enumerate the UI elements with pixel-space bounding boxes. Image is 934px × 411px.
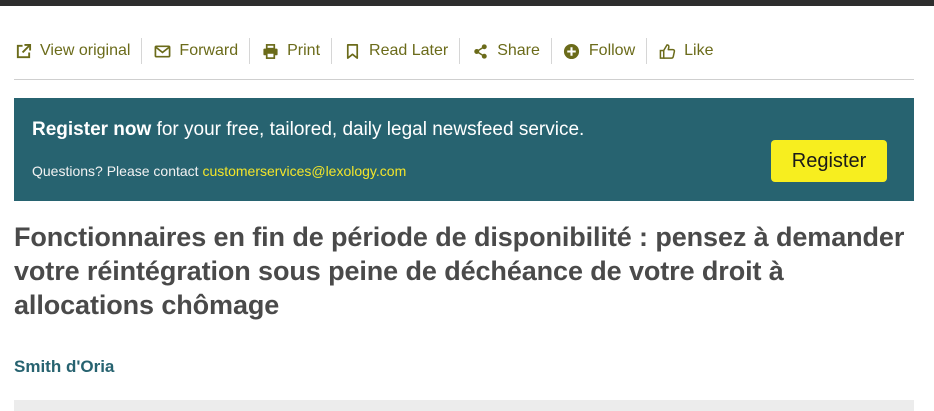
share-icon bbox=[471, 42, 489, 60]
article-toolbar: View original Forward Print Read Later S… bbox=[14, 36, 914, 66]
printer-icon bbox=[261, 42, 279, 60]
article-title: Fonctionnaires en fin de période de disp… bbox=[14, 222, 905, 320]
view-original-label: View original bbox=[40, 42, 131, 59]
follow-label: Follow bbox=[588, 42, 636, 59]
share-label: Share bbox=[497, 42, 540, 59]
view-original-button[interactable]: View original bbox=[14, 38, 141, 64]
print-button[interactable]: Print bbox=[249, 38, 331, 64]
plus-circle-icon bbox=[563, 42, 581, 60]
like-label: Like bbox=[684, 42, 714, 59]
forward-button[interactable]: Forward bbox=[141, 38, 249, 64]
follow-button[interactable]: Follow bbox=[550, 38, 646, 64]
print-label: Print bbox=[287, 42, 321, 59]
forward-label: Forward bbox=[179, 42, 239, 59]
read-later-button[interactable]: Read Later bbox=[331, 38, 459, 64]
toolbar-divider bbox=[14, 79, 914, 80]
external-link-icon bbox=[14, 42, 32, 60]
top-bar bbox=[0, 0, 934, 6]
banner-title: Register now for your free, tailored, da… bbox=[32, 119, 584, 141]
share-button[interactable]: Share bbox=[459, 38, 551, 64]
thumbs-up-icon bbox=[658, 42, 676, 60]
content-box bbox=[14, 400, 914, 411]
register-button[interactable]: Register bbox=[771, 140, 887, 182]
register-banner: Register now for your free, tailored, da… bbox=[14, 98, 914, 201]
banner-questions: Questions? Please contact customerservic… bbox=[32, 163, 406, 179]
like-button[interactable]: Like bbox=[646, 38, 724, 64]
banner-title-rest: for your free, tailored, daily legal new… bbox=[151, 119, 585, 140]
article-author[interactable]: Smith d'Oria bbox=[14, 357, 114, 377]
bookmark-icon bbox=[343, 42, 361, 60]
envelope-icon bbox=[153, 42, 171, 60]
register-now-label: Register now bbox=[32, 119, 152, 140]
customer-services-email-link[interactable]: customerservices@lexology.com bbox=[202, 163, 406, 179]
read-later-label: Read Later bbox=[369, 42, 449, 59]
questions-prefix: Questions? Please contact bbox=[32, 163, 203, 179]
